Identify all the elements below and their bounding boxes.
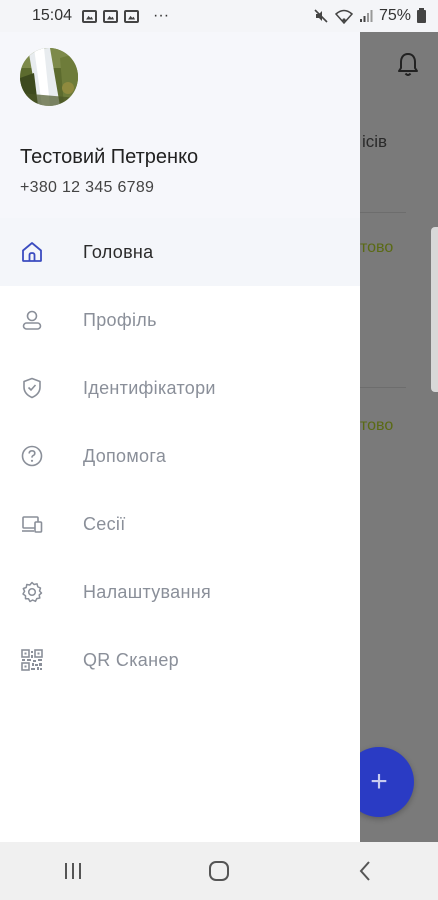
menu-item-identifiers[interactable]: Ідентифікатори xyxy=(0,354,360,422)
drawer-menu: Головна Профіль Ідентифікатори Допомога xyxy=(0,218,360,694)
background-partial-text: ісів xyxy=(362,132,388,151)
avatar[interactable] xyxy=(20,48,78,106)
background-divider xyxy=(360,387,406,388)
menu-item-settings[interactable]: Налаштування xyxy=(0,558,360,626)
menu-label: Головна xyxy=(83,241,154,262)
user-icon xyxy=(20,308,44,332)
shield-check-icon xyxy=(20,376,44,400)
battery-percent: 75% xyxy=(378,7,411,24)
help-circle-icon xyxy=(20,444,44,468)
gallery-notification-icon xyxy=(82,9,98,23)
drawer-header: Тестовий Петренко +380 12 345 6789 xyxy=(0,32,360,218)
recent-apps-button[interactable] xyxy=(53,851,93,891)
menu-item-home[interactable]: Головна xyxy=(0,218,360,286)
user-phone: +380 12 345 6789 xyxy=(20,179,155,196)
gallery-notification-icon xyxy=(124,9,140,23)
menu-label: Налаштування xyxy=(83,581,212,602)
menu-item-sessions[interactable]: Сесії xyxy=(0,490,360,558)
gear-icon xyxy=(20,580,44,604)
status-time: 15:04 xyxy=(32,7,73,24)
scrollbar-thumb[interactable] xyxy=(431,227,438,392)
signal-icon xyxy=(359,10,373,22)
back-chevron-icon xyxy=(359,861,370,881)
home-circle-icon xyxy=(209,861,229,881)
wifi-icon xyxy=(334,9,353,24)
navigation-drawer: Тестовий Петренко +380 12 345 6789 Голов… xyxy=(0,32,360,842)
devices-icon xyxy=(20,512,44,536)
background-partial-status: тово xyxy=(360,239,394,256)
user-name: Тестовий Петренко xyxy=(20,146,199,168)
battery-icon xyxy=(417,7,426,23)
status-bar: 15:04 ··· 75% xyxy=(0,0,438,32)
qr-code-icon xyxy=(20,648,44,672)
home-icon xyxy=(20,240,44,264)
menu-item-help[interactable]: Допомога xyxy=(0,422,360,490)
bell-icon[interactable] xyxy=(396,52,420,78)
menu-label: QR Сканер xyxy=(83,649,179,670)
menu-item-profile[interactable]: Профіль xyxy=(0,286,360,354)
recent-apps-icon xyxy=(65,863,81,879)
menu-label: Допомога xyxy=(83,445,167,466)
mute-icon xyxy=(314,9,328,23)
home-button[interactable] xyxy=(199,851,239,891)
background-partial-status: тово xyxy=(360,417,394,434)
system-navigation-bar xyxy=(0,842,438,900)
back-button[interactable] xyxy=(345,851,385,891)
background-divider xyxy=(360,212,406,213)
menu-label: Профіль xyxy=(83,309,157,330)
gallery-notification-icon xyxy=(103,9,119,23)
notification-icons: ··· xyxy=(82,7,169,25)
more-notifications-indicator: ··· xyxy=(153,7,170,24)
menu-label: Сесії xyxy=(83,513,126,534)
menu-item-qr-scanner[interactable]: QR Сканер xyxy=(0,626,360,694)
menu-label: Ідентифікатори xyxy=(83,377,216,398)
